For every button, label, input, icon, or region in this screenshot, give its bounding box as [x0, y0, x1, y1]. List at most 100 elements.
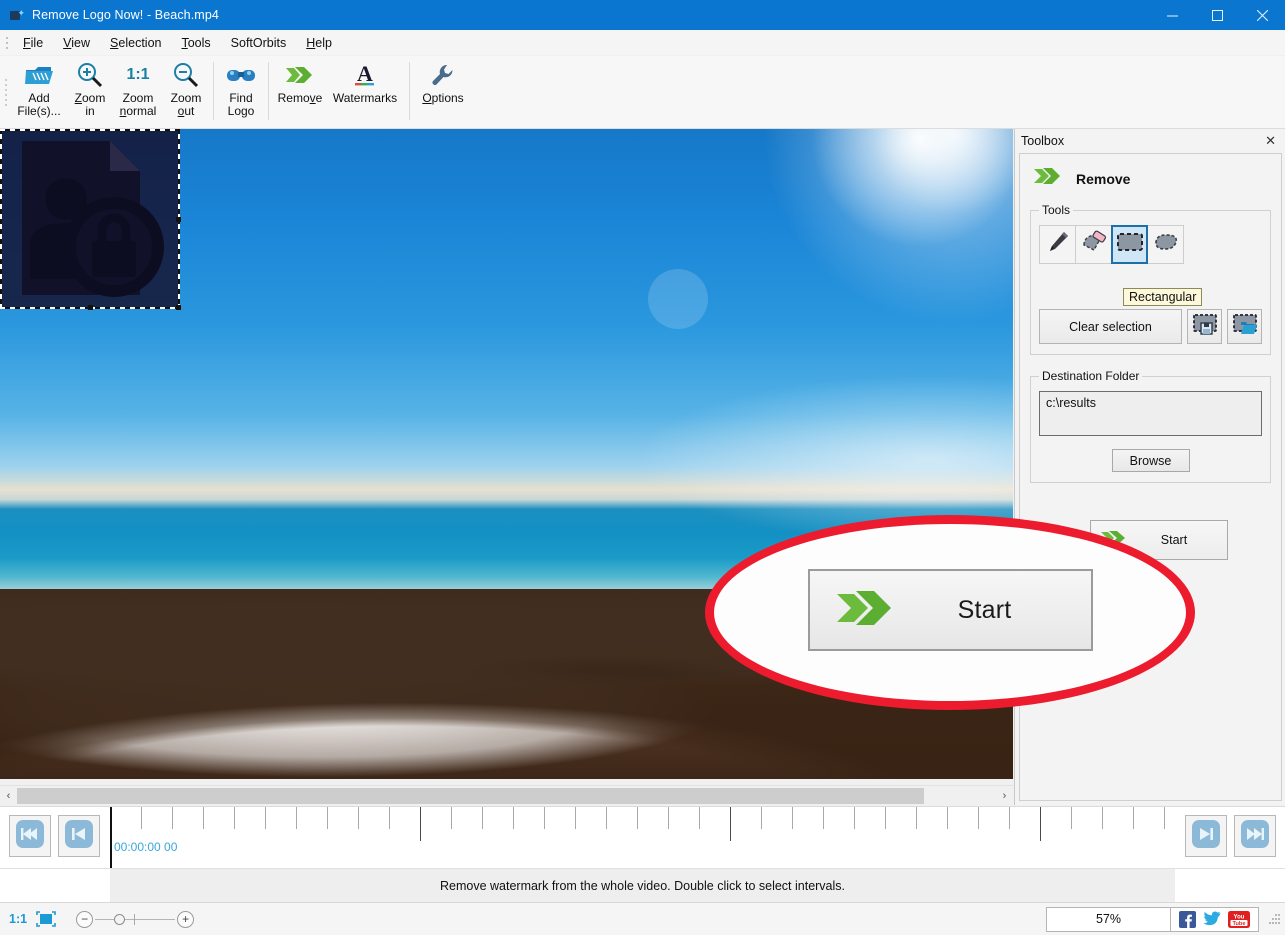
previous-frame-button[interactable] [58, 815, 100, 857]
eraser-tool[interactable] [1075, 225, 1112, 264]
minimize-icon[interactable] [1150, 0, 1195, 30]
zoom-in-button[interactable]: + [177, 911, 194, 928]
green-double-arrow-icon [1032, 164, 1066, 193]
menu-bar: File View Selection Tools SoftOrbits Hel… [0, 30, 1285, 56]
timeline-playhead[interactable] [110, 807, 112, 869]
svg-text:You: You [1234, 914, 1245, 920]
menu-item-view[interactable]: View [53, 33, 100, 53]
selection-handle-bottom[interactable] [88, 305, 93, 310]
title-bar: ✦ Remove Logo Now! - Beach.mp4 [0, 0, 1285, 30]
scrollbar-track[interactable] [17, 787, 996, 805]
timeline-ruler[interactable]: 00:00:00 00 [110, 807, 1165, 869]
remove-watermarks-icon [283, 60, 317, 90]
menu-item-help[interactable]: Help [296, 33, 342, 53]
timeline-tick [761, 807, 762, 829]
zoom-out-button[interactable]: Zoom out [164, 56, 208, 128]
timeline-tick [606, 807, 607, 829]
next-frame-button[interactable] [1185, 815, 1227, 857]
skip-forward-icon [1191, 819, 1221, 854]
status-message: Remove watermark from the whole video. D… [0, 869, 1285, 903]
zoom-out-label: Zoom out [171, 92, 202, 118]
zoom-percent-field[interactable]: 57% [1046, 907, 1171, 932]
timeline-tick [544, 807, 545, 829]
options-wrench-icon [429, 60, 457, 90]
close-icon[interactable] [1240, 0, 1285, 30]
timeline-tick [172, 807, 173, 829]
timeline-tick [854, 807, 855, 829]
tools-group: Tools [1030, 203, 1271, 355]
marker-tool[interactable] [1039, 225, 1076, 264]
zoom-in-button[interactable]: Zoom in [68, 56, 112, 128]
resize-grip-icon[interactable] [1265, 911, 1281, 927]
browse-button[interactable]: Browse [1112, 449, 1190, 472]
timeline-tick [730, 807, 731, 841]
fit-to-screen-icon[interactable] [36, 911, 56, 927]
save-selection-icon [1192, 313, 1218, 340]
rectangular-tool[interactable] [1111, 225, 1148, 264]
remove-button[interactable]: Remove [274, 56, 326, 128]
twitter-icon[interactable] [1203, 911, 1221, 927]
toolbox-header: Toolbox ✕ [1015, 129, 1285, 153]
scrollbar-thumb[interactable] [17, 788, 924, 804]
save-selection-button[interactable] [1187, 309, 1222, 344]
zoom-slider-knob[interactable] [114, 914, 125, 925]
toolbar-separator-1 [213, 62, 214, 120]
canvas-horizontal-scrollbar[interactable]: ‹ › [0, 785, 1013, 805]
timeline-tick [885, 807, 886, 829]
selection-handle-corner[interactable] [176, 305, 181, 310]
menu-item-file[interactable]: File [13, 33, 53, 53]
timeline-timecode: 00:00:00 00 [114, 840, 177, 854]
load-selection-button[interactable] [1227, 309, 1262, 344]
add-files-button[interactable]: Add File(s)... [10, 56, 68, 128]
zoom-in-label: Zoom in [75, 92, 106, 118]
menu-item-softorbits[interactable]: SoftOrbits [221, 33, 297, 53]
chevron-left-icon[interactable]: ‹ [0, 786, 17, 806]
facebook-icon[interactable] [1179, 911, 1196, 928]
main-toolbar: Add File(s)... Zoom in 1:1 Zoom normal [0, 56, 1285, 129]
load-selection-icon [1232, 313, 1258, 340]
watermarks-text-icon: A [351, 60, 379, 90]
watermarks-button[interactable]: A Watermarks [326, 56, 404, 128]
menu-grip-icon[interactable] [3, 34, 11, 52]
watermarks-label: Watermarks [333, 92, 397, 105]
rewind-to-start-button[interactable] [9, 815, 51, 857]
maximize-icon[interactable] [1195, 0, 1240, 30]
forward-to-end-button[interactable] [1234, 815, 1276, 857]
find-logo-label: Find Logo [228, 92, 255, 118]
lasso-tool[interactable] [1147, 225, 1184, 264]
menu-item-tools[interactable]: Tools [171, 33, 220, 53]
status-strip[interactable]: Remove watermark from the whole video. D… [0, 868, 1285, 902]
timeline-tick [1071, 807, 1072, 829]
zoom-out-button[interactable]: − [76, 911, 93, 928]
zoom-normal-label: Zoom normal [120, 92, 157, 118]
destination-folder-input[interactable] [1039, 391, 1262, 436]
close-icon[interactable]: ✕ [1260, 133, 1281, 149]
zoom-normal-button[interactable]: 1:1 Zoom normal [112, 56, 164, 128]
app-logo-icon: ✦ [9, 7, 25, 23]
rectangular-selection-icon [1116, 231, 1144, 258]
green-double-arrow-icon [834, 584, 900, 637]
options-button[interactable]: Options [415, 56, 471, 128]
skip-back-icon [64, 819, 94, 854]
toolbox-title: Toolbox [1021, 134, 1064, 148]
timeline-tick [947, 807, 948, 829]
add-files-icon [24, 60, 54, 90]
selection-handle-right[interactable] [176, 217, 181, 222]
zoom-normal-icon: 1:1 [126, 60, 149, 90]
zoom-slider-track[interactable] [95, 919, 175, 920]
find-logo-button[interactable]: Find Logo [219, 56, 263, 128]
clear-selection-button[interactable]: Clear selection [1039, 309, 1182, 344]
zoom-slider[interactable]: − + [76, 911, 194, 928]
menu-item-selection[interactable]: Selection [100, 33, 171, 53]
marker-pen-icon [1045, 229, 1071, 260]
chevron-right-icon[interactable]: › [996, 786, 1013, 806]
youtube-icon[interactable]: You Tube [1228, 911, 1250, 928]
skip-back-all-icon [15, 819, 45, 854]
timeline-tick [1164, 807, 1165, 829]
magnified-start-button[interactable]: Start [808, 569, 1093, 651]
video-timeline[interactable]: 00:00:00 00 [0, 806, 1285, 868]
timeline-tick [1040, 807, 1041, 841]
rectangular-selection-marching-ants[interactable] [0, 129, 180, 309]
toolbox-mode-header: Remove [1020, 154, 1281, 199]
toolbar-grip-icon[interactable] [2, 56, 10, 128]
